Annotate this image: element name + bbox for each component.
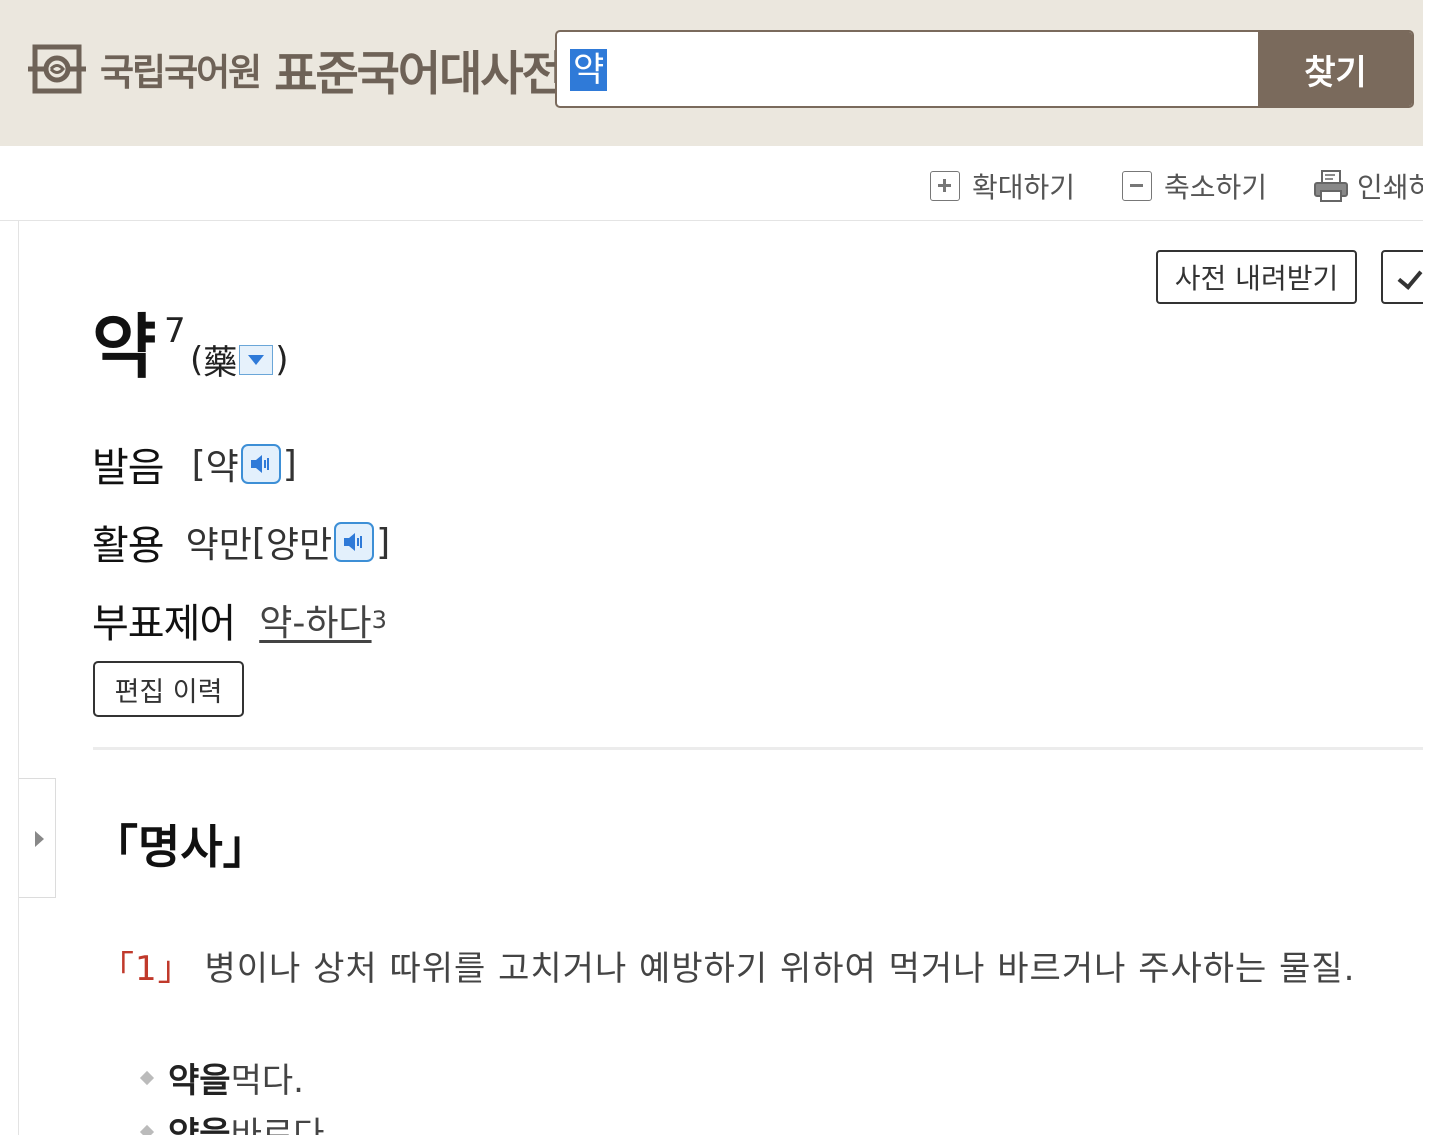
printer-icon — [1314, 170, 1348, 202]
inflection-row: 활용 약만 [ 양만 ] — [92, 513, 390, 571]
pronunciation-text: 약 — [205, 447, 239, 488]
chevron-right-icon — [35, 831, 44, 847]
minus-icon — [1122, 171, 1152, 201]
checkmark-icon — [1397, 264, 1423, 290]
pronunciation-close-bracket: ] — [282, 443, 297, 485]
sidebar-toggle[interactable] — [19, 778, 56, 898]
headword: 약 — [92, 306, 157, 388]
sense-text: 병이나 상처 따위를 고치거나 예방하기 위하여 먹거나 바르거나 주사하는 물… — [204, 949, 1356, 989]
pronunciation-open-bracket: [ — [191, 443, 206, 485]
hanja-dropdown-icon[interactable] — [239, 344, 274, 375]
speaker-icon[interactable] — [334, 522, 375, 562]
hanja-open-paren: ( — [190, 339, 204, 380]
site-logo[interactable]: 국립국어원 표준국어대사전 — [26, 36, 565, 102]
edit-history-button[interactable]: 편집 이력 — [93, 661, 244, 717]
inflection-label: 활용 — [92, 523, 165, 569]
print-label: 인쇄하기 — [1357, 171, 1423, 204]
inflection-form: 약만 — [185, 525, 252, 566]
search-input[interactable] — [557, 32, 1257, 106]
diamond-bullet-icon — [139, 1070, 155, 1085]
hanja-close-paren: ) — [275, 339, 289, 380]
speaker-icon[interactable] — [240, 444, 281, 484]
pronunciation-label: 발음 — [92, 445, 165, 491]
search-box: 약 찾기 — [555, 30, 1414, 108]
sense-definition: 「1」 병이나 상처 따위를 고치거나 예방하기 위하여 먹거나 바르거나 주사… — [100, 941, 1356, 990]
site-header: 국립국어원 표준국어대사전 약 찾기 — [0, 0, 1423, 146]
diamond-bullet-icon — [139, 1124, 155, 1135]
view-toolbar: 확대하기 축소하기 인쇄하기 — [0, 146, 1423, 221]
subentry-label: 부표제어 — [92, 601, 236, 647]
print-button[interactable]: 인쇄하기 — [1313, 166, 1423, 206]
subentry-value: 약-하다 3 — [259, 594, 387, 646]
inflection-pronunciation: 양만 — [265, 525, 333, 566]
checkmark-button[interactable] — [1381, 250, 1423, 304]
section-divider — [93, 747, 1423, 750]
logo-dictionary-title: 표준국어대사전 — [274, 46, 565, 102]
search-button[interactable]: 찾기 — [1258, 32, 1412, 106]
subentry-homonym-number: 3 — [371, 606, 387, 634]
inflection-value: 약만 [ 양만 ] — [186, 516, 391, 568]
hanja-character: 藥 — [203, 343, 238, 383]
hanja-origin: ( 藥 ) — [190, 335, 289, 384]
inflection-close-bracket: ] — [376, 521, 391, 563]
sense-number: 「1」 — [100, 949, 193, 989]
subentry-row: 부표제어 약-하다 3 — [92, 591, 387, 649]
pronunciation-row: 발음 [ 약 ] — [92, 435, 297, 493]
pronunciation-value: [ 약 ] — [192, 438, 297, 490]
example-keyword: 약을 — [168, 1115, 231, 1135]
example-text: 바르다. — [230, 1115, 336, 1135]
zoom-in-label: 확대하기 — [972, 171, 1076, 204]
homonym-number: 7 — [164, 311, 186, 351]
zoom-out-label: 축소하기 — [1164, 171, 1268, 204]
logo-emblem-icon — [28, 44, 86, 94]
zoom-out-button[interactable]: 축소하기 — [1122, 166, 1267, 206]
left-rail-divider — [18, 221, 19, 1135]
plus-icon — [930, 171, 960, 201]
logo-org-name: 국립국어원 — [100, 51, 262, 94]
subentry-link[interactable]: 약-하다 — [259, 594, 371, 646]
dictionary-download-button[interactable]: 사전 내려받기 — [1156, 250, 1357, 304]
zoom-in-button[interactable]: 확대하기 — [930, 166, 1075, 206]
inflection-open-bracket: [ — [251, 521, 266, 563]
example-item: 약을 바르다. — [139, 1107, 336, 1135]
example-text: 먹다. — [230, 1061, 304, 1101]
example-keyword: 약을 — [168, 1061, 231, 1101]
example-item: 약을 먹다. — [139, 1053, 304, 1102]
part-of-speech: 「명사」 — [92, 820, 269, 874]
entry-content: 사전 내려받기 약 7 ( 藥 ) 발음 [ 약 ] 활용 약만 [양만] … — [0, 221, 1423, 1135]
